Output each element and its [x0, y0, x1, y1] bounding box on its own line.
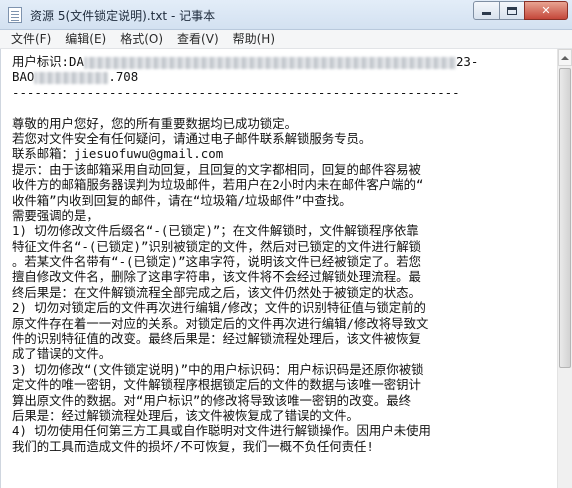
menu-view[interactable]: 查看(V): [170, 30, 226, 49]
text-line: 擅自修改文件名，删除了这串字符串，该文件将不会经过解锁处理流程。最: [12, 269, 421, 285]
user-id-line-2: BAO .708: [12, 69, 552, 84]
title-bar: 资源 5(文件锁定说明).txt - 记事本 ✕: [0, 0, 572, 30]
user-id-prefix: 用户标识:DA: [12, 54, 84, 69]
minimize-button[interactable]: [473, 1, 500, 20]
text-line: 联系邮箱：jiesuofuwu@gmail.com: [12, 146, 224, 162]
text-line: 原文件存在着一一对应的关系。对锁定后的文件再次进行编辑/修改将导致文: [12, 315, 429, 331]
window-title: 资源 5(文件锁定说明).txt - 记事本: [30, 9, 216, 23]
menu-file[interactable]: 文件(F): [4, 30, 58, 49]
menu-help[interactable]: 帮助(H): [226, 30, 282, 49]
text-line: 收件方的邮箱服务器误判为垃圾邮件，若用户在2小时内未在邮件客户端的“: [12, 177, 424, 193]
notepad-icon: [8, 7, 22, 23]
text-line: 收件箱”内收到回复的邮件，请在“垃圾箱/垃圾邮件”中查找。: [12, 192, 352, 208]
text-line: 1) 切勿修改文件后缀名“-(已锁定)”；在文件解锁时，文件解锁程序依靠: [12, 223, 419, 239]
close-icon: ✕: [541, 4, 551, 17]
maximize-button[interactable]: [499, 1, 525, 20]
text-line: 算出原文件的数据。对“用户标识”的修改将导致该唯一密钥的改变。最终: [12, 392, 412, 408]
maximize-icon: [507, 6, 517, 15]
redacted-user-id-2: [34, 71, 109, 84]
menu-bar: 文件(F) 编辑(E) 格式(O) 查看(V) 帮助(H): [0, 30, 572, 49]
text-line: 特征文件名“-(已锁定)”识别被锁定的文件，然后对已锁定的文件进行解锁: [12, 238, 422, 254]
minimize-icon: [482, 12, 491, 15]
text-line: 需要强调的是，: [12, 207, 99, 223]
document-text[interactable]: 用户标识:DA 23- BAO .708 ---------------------…: [12, 54, 552, 454]
text-line: 定文件的唯一密钥，文件解锁程序根据锁定后的文件的数据与该唯一密钥计: [12, 377, 421, 393]
text-line: 。若某文件名带有“-(已锁定)”这串字符，说明该文件已经被锁定了。若您: [12, 254, 422, 270]
scroll-thumb[interactable]: [559, 68, 571, 368]
text-line: 4) 切勿使用任何第三方工具或自作聪明对文件进行解锁操作。因用户未使用: [12, 423, 431, 439]
text-editor[interactable]: 用户标识:DA 23- BAO .708 ---------------------…: [0, 49, 557, 488]
scroll-up-button[interactable]: [558, 49, 572, 66]
user-id-suffix: 23-: [455, 54, 479, 69]
text-line: 3) 切勿修改“(文件锁定说明)”中的用户标识码：用户标识码是还原你被锁: [12, 361, 424, 377]
text-line: 终后果是：在文件解锁流程全部完成之后，该文件仍然处于被锁定的状态。: [12, 284, 421, 300]
text-line: 我们的工具而造成文件的损坏/不可恢复，我们一概不负任何责任!: [12, 438, 374, 454]
user-id-suffix-2: .708: [108, 69, 139, 85]
separator-line: ----------------------------------------…: [12, 84, 460, 100]
redacted-user-id: [83, 56, 456, 69]
text-line: 件的识别特征值的改变。最终后果是：经过解锁流程处理后，该文件被恢复: [12, 331, 421, 347]
text-line: 2) 切勿对锁定后的文件再次进行编辑/修改；文件的识别特征值与锁定前的: [12, 300, 426, 316]
text-line: 尊敬的用户您好，您的所有重要数据均已成功锁定。: [12, 115, 297, 131]
menu-edit[interactable]: 编辑(E): [58, 30, 113, 49]
text-line: 提示：由于该邮箱采用自动回复，且回复的文字都相同，回复的邮件容易被: [12, 161, 421, 177]
close-button[interactable]: ✕: [524, 1, 568, 20]
text-line: 若您对文件安全有任何疑问，请通过电子邮件联系解锁服务专员。: [12, 130, 372, 146]
text-line: 成了错误的文件。: [12, 346, 112, 362]
vertical-scrollbar[interactable]: [557, 49, 572, 488]
user-id-prefix-2: BAO: [12, 69, 35, 85]
user-id-line: 用户标识:DA 23-: [12, 54, 552, 69]
menu-format[interactable]: 格式(O): [113, 30, 170, 49]
arrow-up-icon: [561, 55, 569, 60]
text-line: 后果是：经过解锁流程处理后，该文件被恢复成了错误的文件。: [12, 407, 359, 423]
